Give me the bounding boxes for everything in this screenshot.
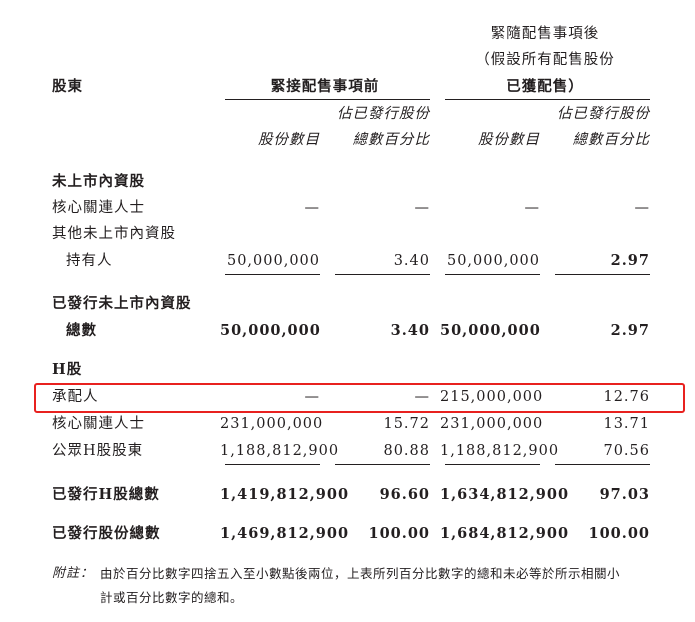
after-group-rule (445, 99, 650, 100)
unlisted-total-label-line2: 總數 (66, 322, 97, 339)
note-line2: 計或百分比數字的總和。 (100, 590, 244, 605)
cell: — (304, 389, 320, 405)
subtotal-rule (225, 464, 320, 465)
public-h-label: 公眾H股股東 (52, 443, 144, 459)
cell: 97.03 (599, 486, 650, 503)
cell: — (414, 200, 430, 216)
cell: 13.71 (603, 416, 650, 432)
core-connected-label: 核心關連人士 (52, 200, 145, 216)
subtotal-rule (445, 274, 540, 275)
cell: 231,000,000 (440, 416, 544, 432)
other-holders-label-line1: 其他未上市內資股 (52, 226, 176, 242)
before-pct-heading-line2: 總數百分比 (352, 132, 430, 148)
cell: 96.60 (379, 486, 430, 503)
before-shares-heading: 股份數目 (258, 132, 320, 148)
after-group-heading-line1: 緊隨配售事項後 (490, 26, 600, 42)
cell: 3.40 (393, 253, 430, 269)
subtotal-rule (225, 274, 320, 275)
after-group-heading-line3: 已獲配售） (506, 78, 584, 95)
all-total-label: 已發行股份總數 (52, 525, 161, 542)
cell: 12.76 (603, 389, 650, 405)
before-group-rule (225, 99, 430, 100)
cell: — (304, 200, 320, 216)
cell: 1,188,812,900 (440, 443, 560, 459)
placee-label: 承配人 (52, 389, 99, 405)
before-pct-heading-line1: 佔已發行股份 (337, 106, 430, 122)
subtotal-rule (335, 274, 430, 275)
cell: 2.97 (610, 252, 650, 269)
cell: 215,000,000 (440, 389, 544, 405)
subtotal-rule (445, 464, 540, 465)
cell: 50,000,000 (220, 322, 321, 339)
cell: 15.72 (383, 416, 430, 432)
after-pct-heading-line2: 總數百分比 (572, 132, 650, 148)
cell: 50,000,000 (226, 253, 320, 269)
cell: 80.88 (383, 443, 430, 459)
h-total-label: 已發行H股總數 (52, 486, 160, 503)
h-shares-section-title: H股 (52, 361, 83, 378)
cell: 3.40 (390, 322, 430, 339)
cell: — (414, 389, 430, 405)
subtotal-rule (555, 274, 650, 275)
cell: 50,000,000 (440, 322, 541, 339)
cell: 231,000,000 (220, 416, 324, 432)
after-group-heading-line2: （假設所有配售股份 (475, 52, 615, 68)
unlisted-total-label-line1: 已發行未上市內資股 (52, 295, 192, 312)
shareholders-heading: 股東 (52, 78, 83, 95)
cell: — (634, 200, 650, 216)
cell: 1,188,812,900 (220, 443, 340, 459)
after-pct-heading-line1: 佔已發行股份 (557, 106, 650, 122)
cell: 1,469,812,900 (220, 525, 350, 542)
other-holders-label-line2: 持有人 (66, 253, 113, 269)
cell: 1,684,812,900 (440, 525, 570, 542)
subtotal-rule (335, 464, 430, 465)
unlisted-section-title: 未上市內資股 (52, 173, 145, 190)
before-group-heading: 緊接配售事項前 (270, 78, 380, 95)
cell: 2.97 (610, 322, 650, 339)
cell: 70.56 (603, 443, 650, 459)
cell: 100.00 (368, 525, 430, 542)
cell: 100.00 (588, 525, 650, 542)
note-label: 附註： (52, 566, 95, 581)
core-connected-h-label: 核心關連人士 (52, 416, 145, 432)
subtotal-rule (555, 464, 650, 465)
note-line1: 由於百分比數字四捨五入至小數點後兩位，上表所列百分比數字的總和未必等於所示相關小 (100, 566, 621, 581)
cell: 50,000,000 (446, 253, 540, 269)
cell: 1,634,812,900 (440, 486, 570, 503)
cell: 1,419,812,900 (220, 486, 350, 503)
cell: — (524, 200, 540, 216)
after-shares-heading: 股份數目 (478, 132, 540, 148)
